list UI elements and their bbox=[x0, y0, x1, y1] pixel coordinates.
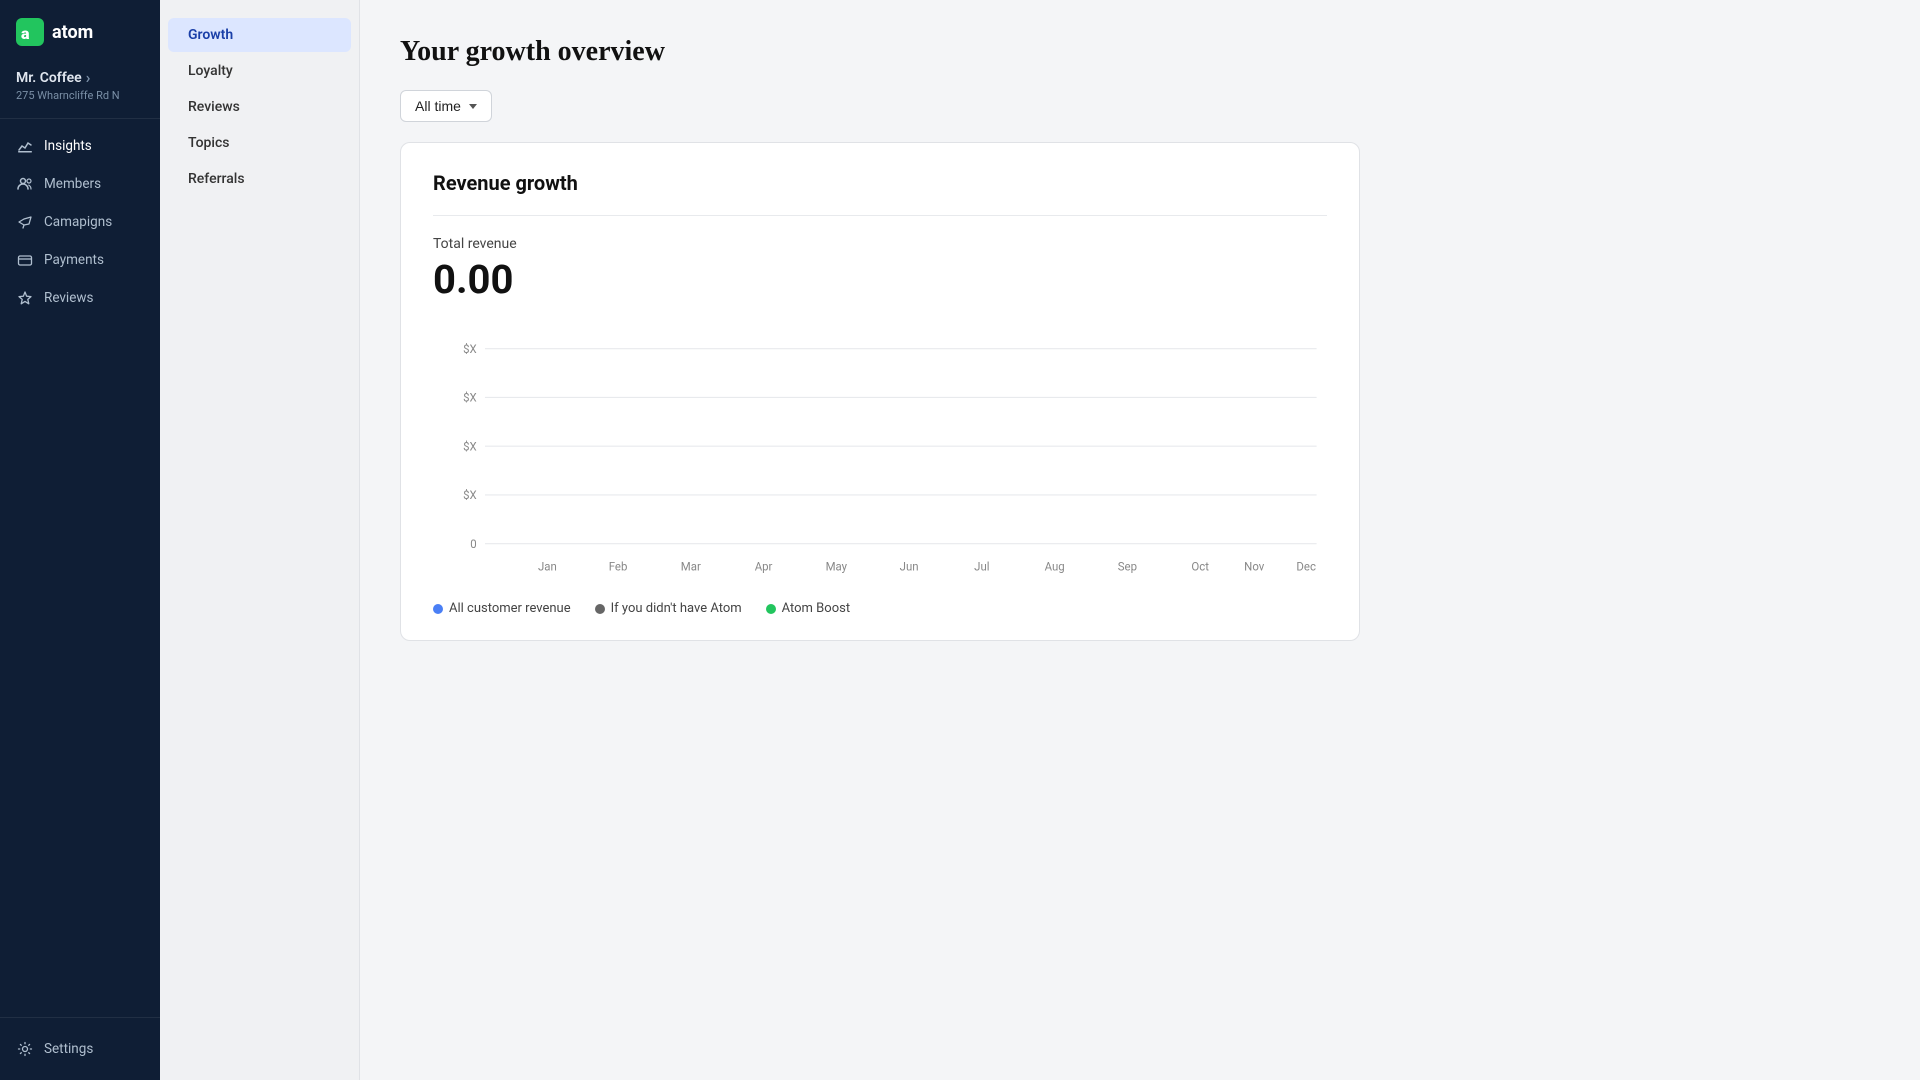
sidebar-item-insights[interactable]: Insights bbox=[0, 127, 160, 165]
svg-text:Jan: Jan bbox=[538, 560, 557, 574]
subnav-item-referrals[interactable]: Referrals bbox=[168, 162, 351, 196]
account-chevron: › bbox=[86, 68, 91, 87]
main-content: Your growth overview All time Revenue gr… bbox=[360, 0, 1920, 1080]
svg-text:Oct: Oct bbox=[1191, 560, 1209, 574]
sidebar-item-settings-label: Settings bbox=[44, 1041, 93, 1057]
svg-text:$X: $X bbox=[463, 342, 477, 356]
chart-card-title: Revenue growth bbox=[433, 171, 1327, 195]
settings-icon bbox=[16, 1040, 34, 1058]
insights-icon bbox=[16, 137, 34, 155]
svg-text:Aug: Aug bbox=[1045, 560, 1065, 574]
brand-name: atom bbox=[52, 22, 93, 43]
total-revenue-label: Total revenue bbox=[433, 236, 1327, 252]
sidebar-item-settings[interactable]: Settings bbox=[0, 1030, 160, 1068]
revenue-chart-area: $X $X $X $X 0 Jan Feb Mar Apr May Jun Ju… bbox=[433, 327, 1327, 587]
account-address: 275 Wharncliffe Rd N bbox=[16, 89, 144, 102]
legend-label-all-customer: All customer revenue bbox=[449, 601, 571, 616]
sidebar-item-campaigns[interactable]: Camapigns bbox=[0, 203, 160, 241]
total-revenue-value: 0.00 bbox=[433, 256, 1327, 303]
legend-dot-no-atom bbox=[595, 604, 605, 614]
sidebar-item-payments[interactable]: Payments bbox=[0, 241, 160, 279]
svg-text:Dec: Dec bbox=[1296, 560, 1316, 574]
legend-item-atom-boost: Atom Boost bbox=[766, 601, 850, 616]
revenue-chart-svg: $X $X $X $X 0 Jan Feb Mar Apr May Jun Ju… bbox=[433, 327, 1327, 587]
sidebar-bottom: Settings bbox=[0, 1017, 160, 1080]
svg-text:0: 0 bbox=[470, 537, 476, 551]
members-icon bbox=[16, 175, 34, 193]
svg-text:Jul: Jul bbox=[974, 560, 989, 574]
svg-text:Jun: Jun bbox=[900, 560, 919, 574]
revenue-chart-card: Revenue growth Total revenue 0.00 $X $X … bbox=[400, 142, 1360, 641]
main-nav: Insights Members Camapigns bbox=[0, 119, 160, 1017]
sidebar-item-payments-label: Payments bbox=[44, 252, 104, 268]
legend-item-all-customer: All customer revenue bbox=[433, 601, 571, 616]
svg-text:Mar: Mar bbox=[681, 560, 701, 574]
svg-text:May: May bbox=[826, 560, 848, 574]
sidebar-item-insights-label: Insights bbox=[44, 138, 92, 154]
svg-text:$X: $X bbox=[463, 439, 477, 453]
time-filter-dropdown[interactable]: All time bbox=[400, 90, 492, 122]
filter-bar: All time bbox=[400, 90, 1880, 122]
legend-item-no-atom: If you didn't have Atom bbox=[595, 601, 742, 616]
svg-text:Sep: Sep bbox=[1118, 560, 1137, 574]
campaigns-icon bbox=[16, 213, 34, 231]
legend-dot-all-customer bbox=[433, 604, 443, 614]
account-name: Mr. Coffee › bbox=[16, 68, 144, 87]
sidebar-item-reviews[interactable]: Reviews bbox=[0, 279, 160, 317]
subnav-item-loyalty[interactable]: Loyalty bbox=[168, 54, 351, 88]
sidebar: a atom Mr. Coffee › 275 Wharncliffe Rd N… bbox=[0, 0, 160, 1080]
sidebar-item-members[interactable]: Members bbox=[0, 165, 160, 203]
legend-label-no-atom: If you didn't have Atom bbox=[611, 601, 742, 616]
reviews-icon bbox=[16, 289, 34, 307]
subnav-item-topics[interactable]: Topics bbox=[168, 126, 351, 160]
sidebar-item-campaigns-label: Camapigns bbox=[44, 214, 112, 230]
sidebar-item-members-label: Members bbox=[44, 176, 101, 192]
page-title: Your growth overview bbox=[400, 36, 1880, 68]
time-filter-label: All time bbox=[415, 98, 461, 114]
chevron-down-icon bbox=[469, 104, 477, 109]
logo-area: a atom bbox=[0, 0, 160, 60]
svg-text:Feb: Feb bbox=[609, 560, 628, 574]
legend-dot-atom-boost bbox=[766, 604, 776, 614]
legend-label-atom-boost: Atom Boost bbox=[782, 601, 850, 616]
chart-legend: All customer revenue If you didn't have … bbox=[433, 601, 1327, 616]
subnav-item-reviews[interactable]: Reviews bbox=[168, 90, 351, 124]
svg-text:Nov: Nov bbox=[1244, 560, 1264, 574]
payments-icon bbox=[16, 251, 34, 269]
svg-text:$X: $X bbox=[463, 488, 477, 502]
svg-text:$X: $X bbox=[463, 391, 477, 405]
subnav-item-growth[interactable]: Growth bbox=[168, 18, 351, 52]
svg-text:Apr: Apr bbox=[755, 560, 773, 574]
atom-logo-icon: a bbox=[16, 18, 44, 46]
svg-text:a: a bbox=[21, 24, 30, 43]
chart-divider bbox=[433, 215, 1327, 216]
account-selector[interactable]: Mr. Coffee › 275 Wharncliffe Rd N bbox=[0, 60, 160, 119]
sidebar-item-reviews-label: Reviews bbox=[44, 290, 94, 306]
subnav: Growth Loyalty Reviews Topics Referrals bbox=[160, 0, 360, 1080]
